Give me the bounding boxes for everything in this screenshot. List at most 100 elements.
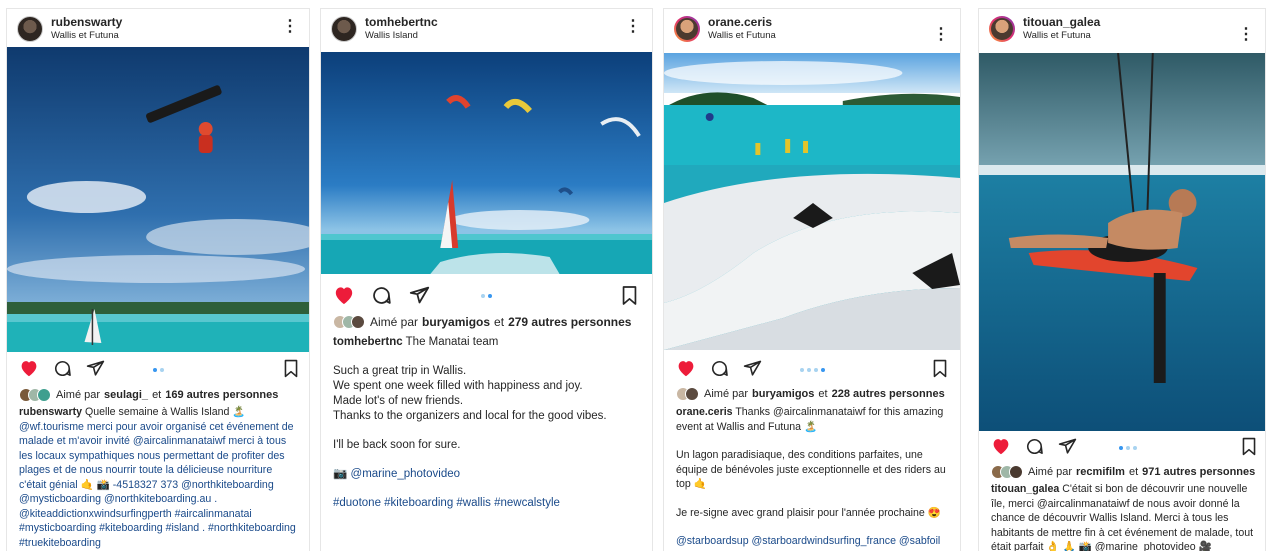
mentions[interactable]: @starboardsup @starboardwindsurfing_fran… <box>676 534 950 551</box>
comment-icon[interactable] <box>710 359 729 378</box>
post-card-titouan-galea: titouan_galea Wallis et Futuna ⋮ Aimé pa… <box>978 8 1266 551</box>
post-header: titouan_galea Wallis et Futuna ⋮ <box>979 9 1265 53</box>
carousel-dot <box>1119 446 1123 450</box>
avatar[interactable] <box>331 16 357 42</box>
likes-summary[interactable]: Aimé par buryamigos et 228 autres person… <box>676 387 952 401</box>
likes-count[interactable]: 279 autres personnes <box>508 315 631 329</box>
caption-username[interactable]: orane.ceris <box>676 406 733 418</box>
comment-icon[interactable] <box>1025 437 1044 456</box>
liked-by-user[interactable]: recmifilm <box>1076 466 1125 478</box>
post-photo[interactable] <box>979 53 1265 431</box>
bookmark-icon[interactable] <box>932 359 948 378</box>
caption-line: Made lot's of new friends. <box>333 395 464 407</box>
liker-avatars <box>676 387 699 401</box>
caption-line: We spent one week filled with happiness … <box>333 380 583 392</box>
heart-icon[interactable] <box>19 359 39 377</box>
bookmark-icon[interactable] <box>621 285 638 306</box>
action-bar <box>321 279 652 309</box>
hashtags[interactable]: #duotone #kiteboarding #wallis #newcalst… <box>333 496 642 511</box>
more-options-icon[interactable]: ⋮ <box>282 19 298 35</box>
liked-by-user[interactable]: buryamigos <box>752 388 814 400</box>
action-bar <box>7 353 309 383</box>
share-icon[interactable] <box>86 359 105 378</box>
carousel-dot <box>1133 446 1137 450</box>
likes-conjunction: et <box>818 388 828 400</box>
likes-conjunction: et <box>152 389 162 401</box>
caption-line: Such a great trip in Wallis. <box>333 365 467 377</box>
heart-icon[interactable] <box>991 437 1011 455</box>
likes-summary[interactable]: Aimé par seulagi_ et 169 autres personne… <box>19 388 301 402</box>
liker-avatars <box>333 315 365 329</box>
location[interactable]: Wallis et Futuna <box>708 30 776 41</box>
bookmark-icon[interactable] <box>1241 437 1257 456</box>
caption: rubenswarty Quelle semaine à Wallis Isla… <box>19 405 299 550</box>
carousel-dot <box>153 368 157 372</box>
post-card-orane-ceris: orane.ceris Wallis et Futuna ⋮ Aimé par … <box>663 8 961 551</box>
likes-prefix: Aimé par <box>704 388 749 400</box>
carousel-dot <box>160 368 164 372</box>
more-options-icon[interactable]: ⋮ <box>1238 27 1254 43</box>
caption-line: Un lagon paradisiaque, des conditions pa… <box>676 449 946 490</box>
caption-line: Thanks to the organizers and local for t… <box>333 410 607 422</box>
likes-summary[interactable]: Aimé par recmifilm et 971 autres personn… <box>991 465 1257 479</box>
carousel-dot <box>481 294 485 298</box>
action-bar <box>664 353 960 383</box>
likes-prefix: Aimé par <box>370 315 419 329</box>
heart-icon[interactable] <box>333 285 355 305</box>
bookmark-icon[interactable] <box>283 359 299 378</box>
caption: orane.ceris Thanks @aircalinmanataiwf fo… <box>676 405 950 551</box>
carousel-indicator <box>1119 446 1137 450</box>
likes-conjunction: et <box>1128 466 1139 478</box>
username[interactable]: titouan_galea <box>1023 15 1100 29</box>
location[interactable]: Wallis et Futuna <box>1023 30 1091 41</box>
liker-avatars <box>19 388 51 402</box>
location[interactable]: Wallis et Futuna <box>51 30 119 41</box>
liked-by-user[interactable]: buryamigos <box>422 315 490 329</box>
caption-username[interactable]: rubenswarty <box>19 406 82 418</box>
action-bar <box>979 431 1265 461</box>
share-icon[interactable] <box>409 285 430 306</box>
heart-icon[interactable] <box>676 359 696 377</box>
share-icon[interactable] <box>1058 437 1077 456</box>
username[interactable]: rubenswarty <box>51 15 122 29</box>
likes-prefix: Aimé par <box>56 389 101 401</box>
post-header: tomhebertnc Wallis Island ⋮ <box>321 9 652 53</box>
username[interactable]: tomhebertnc <box>365 15 438 29</box>
share-icon[interactable] <box>743 359 762 378</box>
carousel-dot <box>821 368 825 372</box>
caption-username[interactable]: tomhebertnc <box>333 336 403 348</box>
likes-count[interactable]: 169 autres personnes <box>165 389 278 401</box>
caption: titouan_galea C'était si bon de découvri… <box>991 482 1255 551</box>
likes-count[interactable]: 971 autres personnes <box>1142 466 1255 478</box>
comment-icon[interactable] <box>371 285 392 306</box>
likes-prefix: Aimé par <box>1028 466 1073 478</box>
avatar[interactable] <box>989 16 1015 42</box>
caption-username[interactable]: titouan_galea <box>991 483 1059 495</box>
photo-credit[interactable]: 📷 @marine_photovideo <box>333 467 642 482</box>
post-header: orane.ceris Wallis et Futuna ⋮ <box>664 9 960 53</box>
caption-line: Je re-signe avec grand plaisir pour l'an… <box>676 506 941 519</box>
liker-avatars <box>991 465 1023 479</box>
post-photo[interactable] <box>7 47 309 352</box>
post-card-tomhebertnc: tomhebertnc Wallis Island ⋮ Aimé par bur… <box>320 8 653 551</box>
avatar[interactable] <box>17 16 43 42</box>
caption-body: @wf.tourisme merci pour avoir organisé c… <box>19 420 296 549</box>
carousel-dot <box>800 368 804 372</box>
carousel-dot <box>488 294 492 298</box>
comment-icon[interactable] <box>53 359 72 378</box>
carousel-indicator <box>800 368 825 372</box>
more-options-icon[interactable]: ⋮ <box>933 27 949 43</box>
post-photo[interactable] <box>664 53 960 350</box>
caption: tomhebertnc The Manatai team Such a grea… <box>333 335 642 511</box>
likes-count[interactable]: 228 autres personnes <box>832 388 945 400</box>
username[interactable]: orane.ceris <box>708 15 772 29</box>
carousel-indicator <box>481 294 492 298</box>
post-photo[interactable] <box>321 52 652 274</box>
liked-by-user[interactable]: seulagi_ <box>104 389 148 401</box>
carousel-dot <box>814 368 818 372</box>
avatar[interactable] <box>674 16 700 42</box>
location[interactable]: Wallis Island <box>365 30 418 41</box>
caption-text: The Manatai team <box>405 336 499 348</box>
more-options-icon[interactable]: ⋮ <box>625 19 641 35</box>
likes-summary[interactable]: Aimé par buryamigos et 279 autres person… <box>333 315 644 329</box>
